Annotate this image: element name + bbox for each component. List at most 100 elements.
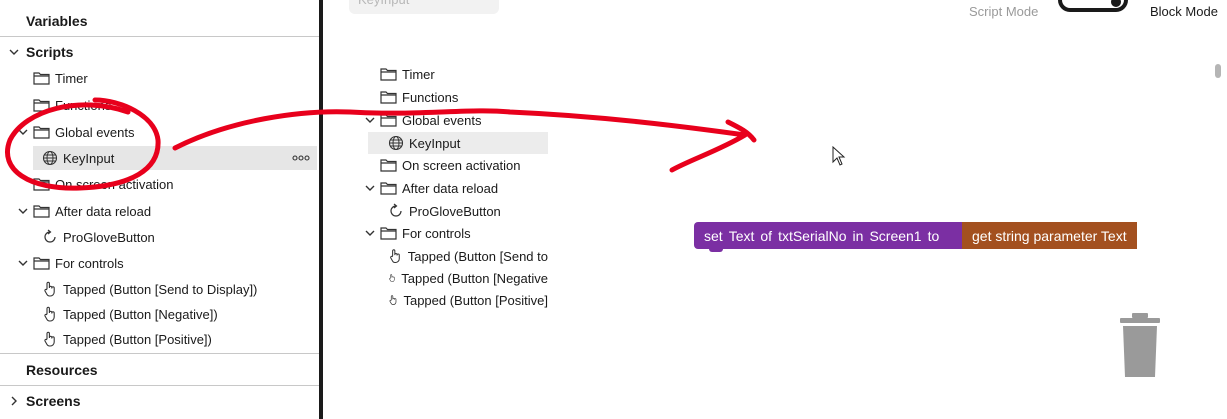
- block-mode-label[interactable]: Block Mode: [1150, 4, 1218, 19]
- folder-icon: [380, 159, 397, 172]
- hand-pointer-icon: [389, 274, 395, 282]
- resources-label: Resources: [26, 362, 98, 378]
- tree-item-label: Global events: [402, 112, 482, 128]
- tree-item-on-screen-activation[interactable]: On screen activation: [380, 153, 521, 177]
- divider: [0, 385, 319, 386]
- variables-header[interactable]: Variables: [0, 8, 319, 34]
- tree-item-functions[interactable]: Functions: [380, 85, 458, 109]
- sidebar-item-tapped-negative[interactable]: Tapped (Button [Negative]): [42, 302, 218, 326]
- sidebar-item-functions[interactable]: Functions: [33, 93, 111, 117]
- resources-header[interactable]: Resources: [0, 357, 319, 383]
- tree-item-label: Tapped (Button [Positive]: [403, 292, 548, 308]
- block-label: get string parameter Text: [972, 227, 1127, 244]
- hand-pointer-icon: [44, 306, 55, 322]
- chevron-down-icon[interactable]: [17, 257, 29, 269]
- folder-icon: [33, 126, 50, 139]
- block-word: Screen1: [869, 227, 922, 244]
- sidebar-item-for-controls[interactable]: For controls: [33, 251, 124, 275]
- block-word: to: [927, 227, 940, 244]
- sidebar-item-label: Tapped (Button [Negative]): [63, 306, 218, 322]
- tree-item-label: KeyInput: [409, 135, 461, 151]
- folder-icon: [380, 182, 397, 195]
- sidebar-item-label: Global events: [55, 124, 135, 140]
- chevron-down-icon[interactable]: [17, 126, 29, 138]
- folder-icon: [380, 114, 397, 127]
- tree-item-after-data-reload[interactable]: After data reload: [380, 176, 498, 200]
- block-tab: [709, 247, 723, 252]
- scripts-label: Scripts: [26, 44, 74, 60]
- sidebar-item-label: On screen activation: [55, 176, 174, 192]
- sidebar-item-timer[interactable]: Timer: [33, 66, 88, 90]
- sidebar-item-on-screen-activation[interactable]: On screen activation: [33, 172, 174, 196]
- trash-icon[interactable]: [1118, 313, 1162, 379]
- tree-item-tapped-negative[interactable]: Tapped (Button [Negative: [388, 266, 548, 290]
- tree-item-timer[interactable]: Timer: [380, 62, 435, 86]
- vertical-scrollbar[interactable]: [1215, 64, 1221, 78]
- block-word: in: [852, 227, 864, 244]
- variables-label: Variables: [26, 13, 88, 29]
- get-string-parameter-block[interactable]: get string parameter Text: [962, 222, 1137, 249]
- block-word: of: [760, 227, 773, 244]
- toggle-icon[interactable]: [1058, 0, 1128, 12]
- tree-item-label: For controls: [402, 225, 471, 241]
- more-icon[interactable]: [291, 151, 311, 165]
- sidebar-item-keyinput[interactable]: KeyInput: [42, 146, 114, 170]
- toggle-knob: [1111, 0, 1121, 7]
- tree-item-label: Functions: [402, 89, 459, 105]
- script-mode-label[interactable]: Script Mode: [969, 4, 1038, 19]
- globe-icon: [42, 150, 58, 166]
- sidebar-item-tapped-positive[interactable]: Tapped (Button [Positive]): [42, 327, 212, 351]
- folder-icon: [380, 227, 397, 240]
- divider: [0, 353, 319, 354]
- sidebar-item-label: KeyInput: [63, 150, 115, 166]
- scripts-header[interactable]: Scripts: [0, 39, 319, 65]
- tree-item-label: ProGloveButton: [409, 203, 501, 219]
- sidebar: Variables Scripts Timer Functions Global…: [0, 0, 319, 419]
- chevron-down-icon[interactable]: [8, 46, 20, 58]
- sidebar-item-proglovebutton[interactable]: ProGloveButton: [42, 225, 155, 249]
- refresh-icon: [390, 203, 402, 217]
- hand-pointer-icon: [44, 281, 55, 297]
- sidebar-item-after-data-reload[interactable]: After data reload: [33, 199, 151, 223]
- hand-pointer-icon: [389, 295, 397, 305]
- tree-item-label: After data reload: [402, 180, 499, 196]
- sidebar-item-label: Tapped (Button [Send to Display]): [63, 281, 258, 297]
- chevron-down-icon[interactable]: [364, 182, 376, 194]
- block-word: txtSerialNo: [778, 227, 847, 244]
- chevron-down-icon[interactable]: [364, 114, 376, 126]
- tree-item-label: On screen activation: [402, 157, 521, 173]
- refresh-icon: [44, 229, 56, 243]
- chevron-right-icon[interactable]: [8, 395, 20, 407]
- tree-item-label: Timer: [402, 66, 435, 82]
- hand-pointer-icon: [390, 249, 400, 263]
- sidebar-item-label: After data reload: [55, 203, 152, 219]
- screens-header[interactable]: Screens: [0, 388, 319, 414]
- tree-item-proglovebutton[interactable]: ProGloveButton: [388, 199, 501, 223]
- tree-item-tapped-positive[interactable]: Tapped (Button [Positive]: [388, 288, 548, 312]
- sidebar-item-global-events[interactable]: Global events: [33, 120, 135, 144]
- search-input[interactable]: KeyInput: [349, 0, 499, 14]
- folder-icon: [33, 99, 50, 112]
- tree-item-keyinput[interactable]: KeyInput: [388, 131, 460, 155]
- block-editor: KeyInput Script Mode Block Mode Timer Fu…: [323, 0, 1227, 419]
- sidebar-item-label: Tapped (Button [Positive]): [63, 331, 212, 347]
- divider: [0, 36, 319, 37]
- tree-item-label: Tapped (Button [Negative: [401, 270, 548, 286]
- folder-icon: [380, 68, 397, 81]
- folder-icon: [33, 72, 50, 85]
- screens-label: Screens: [26, 393, 81, 409]
- globe-icon: [388, 135, 404, 151]
- set-text-block[interactable]: set Text of txtSerialNo in Screen1 to: [694, 222, 956, 249]
- folder-icon: [33, 178, 50, 191]
- folder-icon: [33, 257, 50, 270]
- tree-item-global-events[interactable]: Global events: [380, 108, 482, 132]
- block-word: set: [704, 227, 723, 244]
- tree-item-tapped-send[interactable]: Tapped (Button [Send to: [388, 244, 548, 268]
- sidebar-item-label: Functions: [55, 97, 112, 113]
- folder-icon: [380, 91, 397, 104]
- hand-pointer-icon: [44, 331, 55, 347]
- chevron-down-icon[interactable]: [364, 227, 376, 239]
- sidebar-item-tapped-send[interactable]: Tapped (Button [Send to Display]): [42, 277, 257, 301]
- tree-item-for-controls[interactable]: For controls: [380, 221, 471, 245]
- chevron-down-icon[interactable]: [17, 205, 29, 217]
